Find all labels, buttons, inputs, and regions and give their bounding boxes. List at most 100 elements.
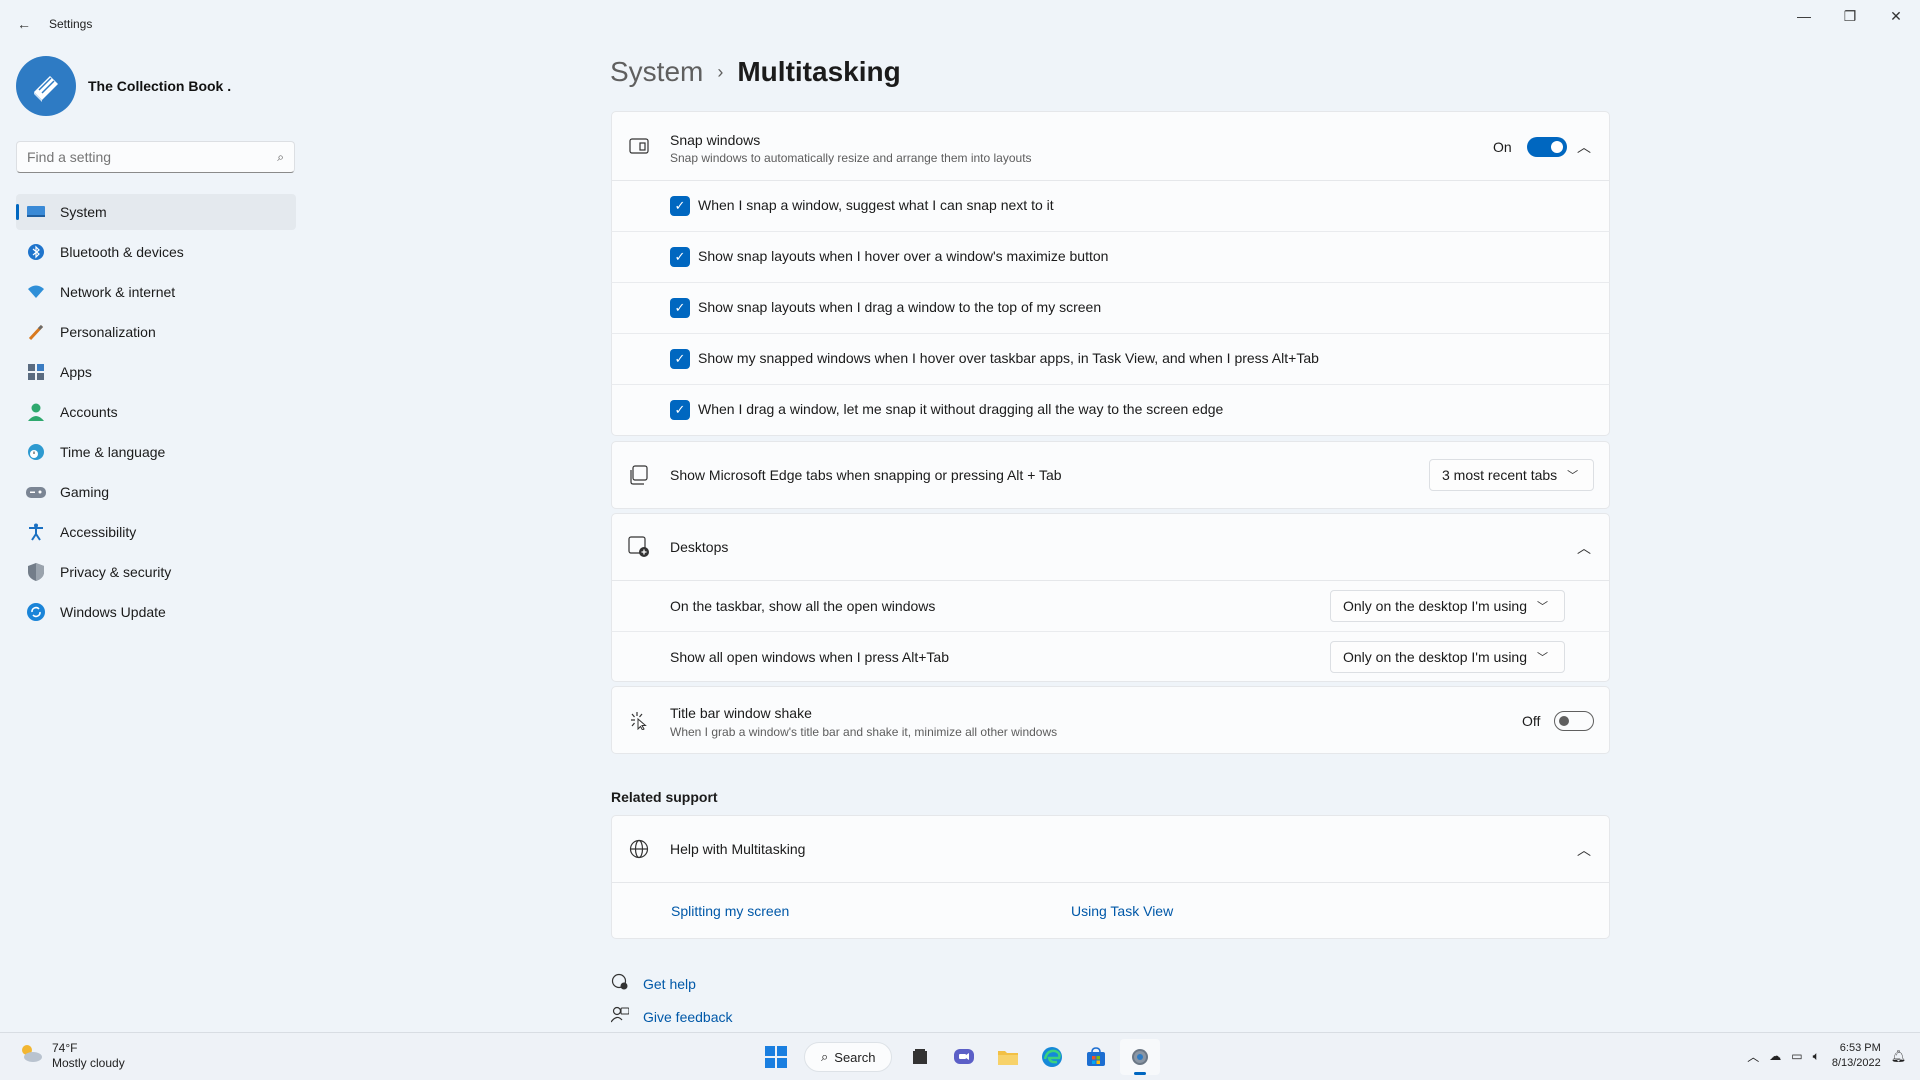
sidebar-item-accessibility[interactable]: Accessibility	[16, 514, 296, 550]
chevron-up-icon[interactable]: ︿	[1577, 137, 1591, 157]
sidebar-item-bluetooth[interactable]: Bluetooth & devices	[16, 234, 296, 270]
file-explorer-icon[interactable]	[988, 1039, 1028, 1075]
system-tray: ︿ ☁ ▭ 🔈︎ 6:53 PM 8/13/2022 🔔︎	[1747, 1041, 1906, 1071]
apps-icon	[26, 362, 46, 382]
sidebar-item-network[interactable]: Network & internet	[16, 274, 296, 310]
chat-icon[interactable]	[944, 1039, 984, 1075]
notification-bell-icon[interactable]: 🔔︎	[1891, 1049, 1906, 1063]
sidebar-item-time-language[interactable]: Time & language	[16, 434, 296, 470]
breadcrumb-parent[interactable]: System	[610, 56, 703, 88]
taskbar-search-label: Search	[834, 1049, 876, 1065]
desktops-card[interactable]: Desktops ︿	[611, 513, 1610, 581]
profile-name: The Collection Book .	[88, 78, 232, 94]
close-icon[interactable]: ✕	[1876, 6, 1916, 26]
desktops-alttab-dropdown[interactable]: Only on the desktop I'm using ﹀	[1330, 641, 1565, 673]
sidebar-item-apps[interactable]: Apps	[16, 354, 296, 390]
weather-condition: Mostly cloudy	[52, 1056, 125, 1070]
snap-option-label: Show snap layouts when I hover over a wi…	[698, 248, 1109, 264]
sidebar-item-privacy[interactable]: Privacy & security	[16, 554, 296, 590]
sidebar-item-label: Windows Update	[60, 604, 166, 620]
chevron-up-icon[interactable]: ︿	[1577, 538, 1591, 558]
snap-option-row[interactable]: ✓ Show snap layouts when I drag a window…	[611, 283, 1610, 334]
snap-windows-title: Snap windows	[670, 132, 761, 148]
edge-tabs-card: Show Microsoft Edge tabs when snapping o…	[611, 441, 1610, 509]
desktops-alttab-row: Show all open windows when I press Alt+T…	[611, 632, 1610, 682]
snap-hover-layouts-checkbox[interactable]: ✓	[670, 247, 690, 267]
give-feedback-label: Give feedback	[643, 1009, 733, 1025]
snap-option-label: When I drag a window, let me snap it wit…	[698, 401, 1224, 417]
start-windows-icon[interactable]	[756, 1039, 796, 1075]
snap-windows-toggle[interactable]	[1527, 137, 1567, 157]
window-shake-toggle[interactable]	[1554, 711, 1594, 731]
desktops-alttab-value: Only on the desktop I'm using	[1343, 649, 1527, 665]
task-view-icon[interactable]	[900, 1039, 940, 1075]
snap-option-label: When I snap a window, suggest what I can…	[698, 197, 1054, 213]
taskbar-apps: ⌕ Search	[756, 1039, 1164, 1075]
search-icon: ⌕	[277, 150, 284, 164]
snap-windows-card[interactable]: Snap windows Snap windows to automatical…	[611, 111, 1610, 181]
snap-drag-top-checkbox[interactable]: ✓	[670, 298, 690, 318]
onedrive-cloud-icon[interactable]: ☁	[1769, 1049, 1781, 1063]
snap-edge-checkbox[interactable]: ✓	[670, 400, 690, 420]
sidebar-item-personalization[interactable]: Personalization	[16, 314, 296, 350]
chevron-down-icon: ﹀	[1567, 470, 1579, 482]
search-box[interactable]: ⌕	[16, 141, 295, 173]
edge-browser-icon[interactable]	[1032, 1039, 1072, 1075]
weather-widget[interactable]: 74°F Mostly cloudy	[18, 1041, 125, 1071]
desktops-taskbar-label: On the taskbar, show all the open window…	[670, 598, 936, 614]
network-icon[interactable]: ▭	[1791, 1049, 1802, 1063]
edge-tabs-dropdown[interactable]: 3 most recent tabs ﹀	[1429, 459, 1594, 491]
sidebar-item-gaming[interactable]: Gaming	[16, 474, 296, 510]
weather-temp: 74°F	[52, 1041, 78, 1055]
link-splitting-screen[interactable]: Splitting my screen	[671, 903, 789, 919]
give-feedback-link[interactable]: Give feedback	[610, 1006, 733, 1028]
help-multitasking-card[interactable]: Help with Multitasking ︿	[611, 815, 1610, 883]
accessibility-icon	[26, 522, 46, 542]
breadcrumb: System › Multitasking	[610, 56, 901, 88]
desktops-alttab-label: Show all open windows when I press Alt+T…	[670, 649, 949, 665]
snap-taskbar-groups-checkbox[interactable]: ✓	[670, 349, 690, 369]
link-using-task-view[interactable]: Using Task View	[1071, 903, 1173, 919]
globe-icon	[628, 838, 650, 860]
window-shake-title: Title bar window shake	[670, 705, 812, 721]
sidebar-item-windows-update[interactable]: Windows Update	[16, 594, 296, 630]
desktops-taskbar-value: Only on the desktop I'm using	[1343, 598, 1527, 614]
clock[interactable]: 6:53 PM 8/13/2022	[1832, 1041, 1881, 1071]
back-arrow-icon[interactable]: ←	[12, 12, 36, 36]
sidebar-item-label: Gaming	[60, 484, 110, 500]
store-icon[interactable]	[1076, 1039, 1116, 1075]
taskbar-search[interactable]: ⌕ Search	[804, 1042, 893, 1072]
settings-gear-icon[interactable]	[1120, 1039, 1161, 1075]
sidebar-item-label: Accounts	[60, 404, 118, 420]
sidebar-item-system[interactable]: System	[16, 194, 296, 230]
get-help-link[interactable]: Get help	[611, 973, 696, 995]
snap-option-row[interactable]: ✓ When I snap a window, suggest what I c…	[611, 181, 1610, 232]
snap-option-row[interactable]: ✓ Show snap layouts when I hover over a …	[611, 232, 1610, 283]
sidebar-item-accounts[interactable]: Accounts	[16, 394, 296, 430]
clock-date: 8/13/2022	[1831, 1057, 1881, 1069]
taskbar: 74°F Mostly cloudy ⌕ Search ︿ ☁ ▭ 🔈︎ 6:5…	[0, 1032, 1920, 1080]
desktops-taskbar-dropdown[interactable]: Only on the desktop I'm using ﹀	[1330, 590, 1565, 622]
sidebar-item-label: Time & language	[60, 444, 166, 460]
maximize-icon[interactable]: ❐	[1830, 6, 1870, 26]
sidebar-item-label: Privacy & security	[60, 564, 172, 580]
chevron-up-icon[interactable]: ︿	[1577, 840, 1591, 860]
user-profile[interactable]: The Collection Book .	[16, 56, 231, 116]
desktop-add-icon	[628, 536, 650, 558]
snap-option-row[interactable]: ✓ Show my snapped windows when I hover o…	[611, 334, 1610, 385]
monitor-icon	[26, 202, 46, 222]
search-input[interactable]	[17, 142, 257, 172]
sidebar-item-label: Personalization	[60, 324, 156, 340]
clock-time: 6:53 PM	[1839, 1042, 1881, 1054]
snap-option-row[interactable]: ✓ When I drag a window, let me snap it w…	[611, 385, 1610, 436]
page-title: Multitasking	[737, 56, 901, 87]
help-links-row: Splitting my screen Using Task View	[611, 883, 1610, 939]
chevron-up-icon[interactable]: ︿	[1747, 1048, 1759, 1065]
sidebar-item-label: Bluetooth & devices	[60, 244, 184, 260]
snap-suggest-checkbox[interactable]: ✓	[670, 196, 690, 216]
minimize-icon[interactable]: —	[1784, 6, 1824, 26]
volume-icon[interactable]: 🔈︎	[1813, 1049, 1820, 1064]
person-icon	[26, 402, 46, 422]
shake-icon	[628, 709, 650, 731]
partly-cloudy-icon	[18, 1042, 44, 1070]
